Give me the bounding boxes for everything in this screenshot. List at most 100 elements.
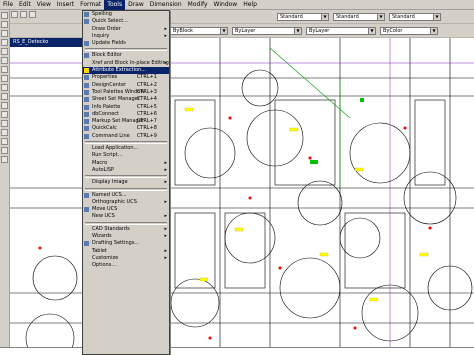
point-icon[interactable] [1,120,8,127]
text-style-combo[interactable]: Standard ▼ [277,13,329,21]
standard-toolbar: Standard ▼ Standard ▼ Standard ▼ [10,10,474,24]
menu-format[interactable]: Format [77,0,104,10]
menu-item-label: Tablet [92,247,107,254]
command-line[interactable] [0,347,474,355]
menu-item-quick-select[interactable]: Quick Select... [83,18,169,25]
line-icon[interactable] [1,12,8,19]
menu-item-dbconnect[interactable]: dbConnect CTRL+6 [83,111,169,118]
menu-window[interactable]: Window [211,0,241,10]
plot-style-combo[interactable]: ByColor ▼ [380,27,438,35]
menu-edit[interactable]: Edit [16,0,34,10]
menu-item-load-application[interactable]: Load Application... [83,145,169,152]
menu-item-update-fields[interactable]: Update Fields [83,40,169,47]
mtext-icon[interactable] [1,156,8,163]
spelling-icon [84,12,89,17]
menu-dimension[interactable]: Dimension [147,0,185,10]
menu-item-label: Quick Select... [92,18,128,25]
polyline-icon[interactable] [1,30,8,37]
polygon-icon[interactable] [1,39,8,46]
menu-item-command-line[interactable]: Command Line CTRL+9 [83,133,169,140]
make-block-icon[interactable] [1,111,8,118]
menu-separator [85,221,167,225]
menu-item-display-image[interactable]: Display Image ▸ [83,179,169,186]
menu-item-label: Update Fields [92,40,126,47]
drawing-file-tab[interactable]: RS_E_Detecko [10,38,82,47]
menu-item-quickcalc[interactable]: QuickCalc CTRL+8 [83,125,169,132]
color-combo[interactable]: ByBlock ▼ [170,27,228,35]
menu-item-macro[interactable]: Macro ▸ [83,160,169,167]
rectangle-icon[interactable] [1,48,8,55]
menu-view[interactable]: View [34,0,54,10]
menu-item-named-ucs[interactable]: Named UCS... [83,192,169,199]
table-style-combo[interactable]: Standard ▼ [389,13,441,21]
attribute-extraction-icon [84,68,89,74]
menu-separator [85,141,167,145]
menu-item-new-ucs[interactable]: New UCS ▸ [83,213,169,220]
insert-block-icon[interactable] [1,102,8,109]
menu-item-attribute-extraction[interactable]: Attribute Extraction... [83,67,169,75]
menu-insert[interactable]: Insert [54,0,77,10]
chevron-down-icon[interactable]: ▼ [430,28,437,34]
menu-item-options[interactable]: Options... [83,262,169,269]
chevron-down-icon[interactable]: ▼ [294,28,301,34]
menu-item-shortcut: CTRL+1 [136,74,157,81]
update-fields-icon [84,41,89,47]
menu-item-cad-standards[interactable]: CAD Standards ▸ [83,226,169,233]
region-icon[interactable] [1,138,8,145]
drawing-canvas[interactable] [10,38,474,355]
circle-icon[interactable] [1,66,8,73]
menu-item-label: Inquiry [92,32,110,39]
menu-item-tablet[interactable]: Tablet ▸ [83,248,169,255]
menu-file[interactable]: File [0,0,16,10]
cloud-icon[interactable] [1,75,8,82]
info-palette-icon [84,104,89,110]
menu-item-info-palette[interactable]: Info Palette CTRL+5 [83,104,169,111]
chevron-down-icon[interactable]: ▼ [368,28,375,34]
menu-item-draw-order[interactable]: Draw Order ▸ [83,26,169,33]
chevron-down-icon[interactable]: ▼ [321,14,328,20]
linetype-combo[interactable]: ByLayer ▼ [232,27,302,35]
chevron-down-icon[interactable]: ▼ [220,28,227,34]
menu-draw[interactable]: Draw [125,0,147,10]
menu-item-drafting-settings[interactable]: Drafting Settings... [83,240,169,247]
menu-item-tool-palettes-window[interactable]: Tool Palettes Window CTRL+3 [83,89,169,96]
menu-item-spelling[interactable]: Spelling [83,11,169,18]
menu-item-properties[interactable]: Properties CTRL+1 [83,74,169,81]
chevron-down-icon[interactable]: ▼ [433,14,440,20]
lineweight-value: ByLayer [309,28,330,34]
table-icon[interactable] [1,147,8,154]
menu-item-orthographic-ucs[interactable]: Orthographic UCS ▸ [83,199,169,206]
menu-item-inquiry[interactable]: Inquiry ▸ [83,33,169,40]
menu-item-sheet-set-manager[interactable]: Sheet Set Manager CTRL+4 [83,96,169,103]
menu-tools[interactable]: Tools [104,0,126,10]
ellipse-icon[interactable] [1,93,8,100]
menu-item-block-editor[interactable]: Block Editor [83,52,169,59]
menu-item-xref-and-block-in-place-editing[interactable]: Xref and Block In-place Editing ▸ [83,60,169,67]
menu-item-run-script[interactable]: Run Script... [83,152,169,159]
open-icon[interactable] [20,11,27,18]
spline-icon[interactable] [1,84,8,91]
hatch-icon[interactable] [1,129,8,136]
plot-style-value: ByColor [383,28,403,34]
save-icon[interactable] [29,11,36,18]
menu-modify[interactable]: Modify [185,0,211,10]
lineweight-combo[interactable]: ByLayer ▼ [306,27,376,35]
menu-item-shortcut: CTRL+2 [136,81,157,88]
arc-icon[interactable] [1,57,8,64]
menu-item-markup-set-manager[interactable]: Markup Set Manager CTRL+7 [83,118,169,125]
construction-line-icon[interactable] [1,21,8,28]
menu-item-label: Draw Order [92,25,121,32]
menu-item-wizards[interactable]: Wizards ▸ [83,233,169,240]
dim-style-combo[interactable]: Standard ▼ [333,13,385,21]
menu-item-customize[interactable]: Customize ▸ [83,255,169,262]
menu-help[interactable]: Help [240,0,260,10]
file-tab-label: RS_E_Detecko [13,39,49,45]
menu-item-move-ucs[interactable]: Move UCS [83,206,169,213]
menu-item-designcenter[interactable]: DesignCenter CTRL+2 [83,82,169,89]
menu-item-label: Xref and Block In-place Editing [92,59,169,66]
chevron-down-icon[interactable]: ▼ [377,14,384,20]
new-icon[interactable] [11,11,18,18]
menu-item-autolisp[interactable]: AutoLISP ▸ [83,167,169,174]
menu-item-label: dbConnect [92,110,120,117]
designcenter-icon [84,82,89,88]
